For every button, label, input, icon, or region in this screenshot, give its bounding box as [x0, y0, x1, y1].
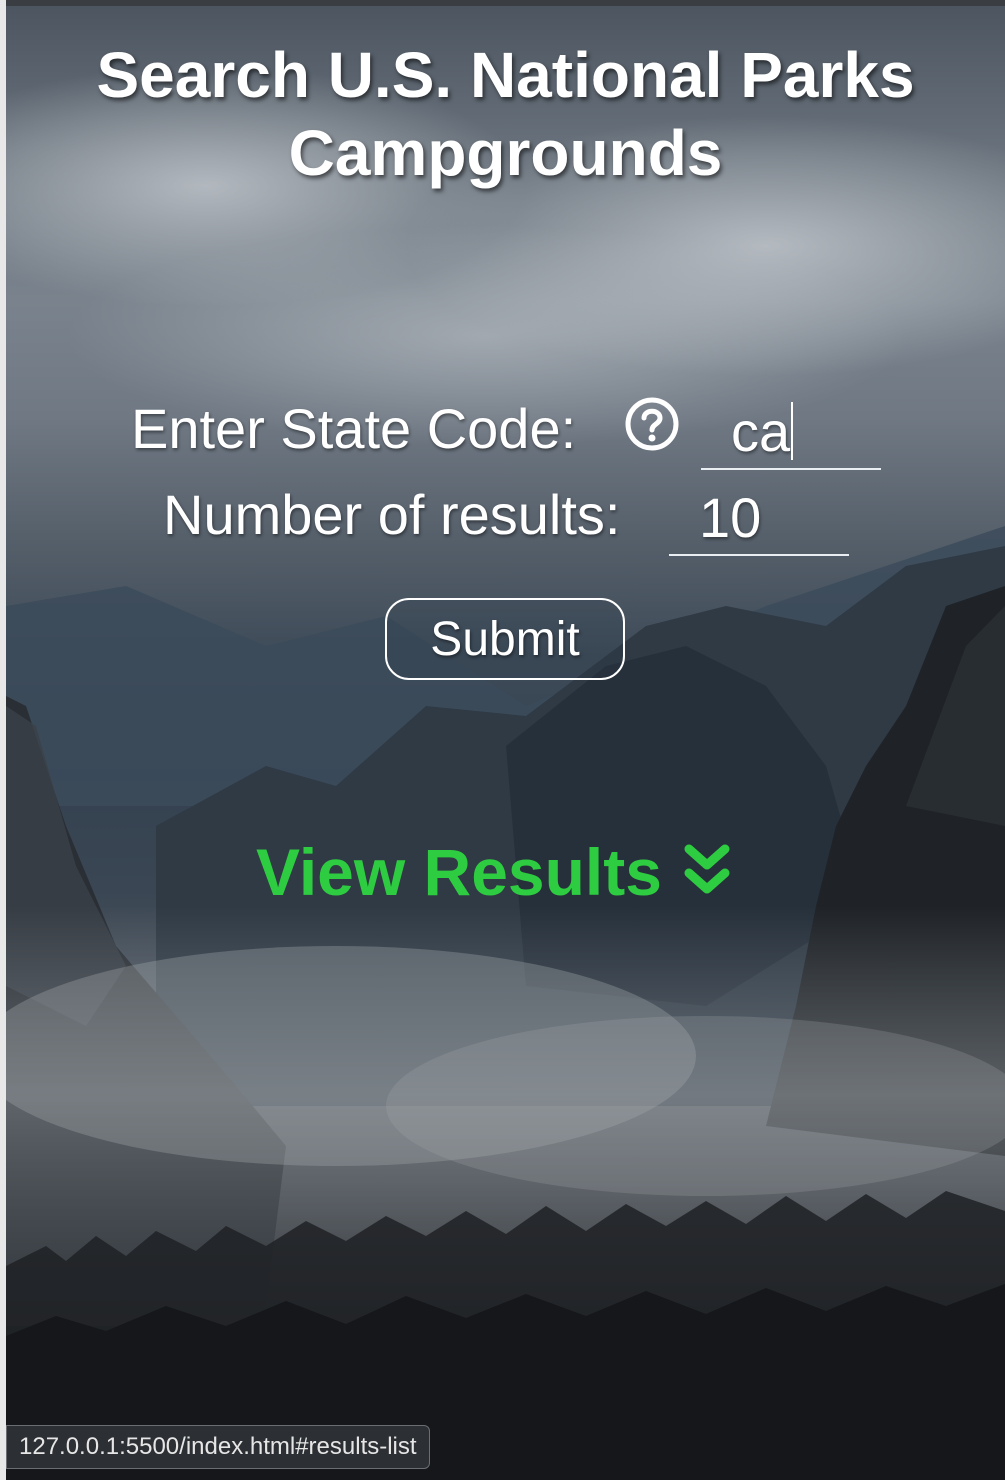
- hero-background: Search U.S. National Parks Campgrounds E…: [6, 6, 1005, 1480]
- state-code-label: Enter State Code:: [131, 397, 577, 460]
- status-bar-url: 127.0.0.1:5500/index.html#results-list: [6, 1425, 430, 1469]
- page-title: Search U.S. National Parks Campgrounds: [6, 36, 1005, 192]
- number-of-results-input[interactable]: [669, 480, 849, 556]
- number-of-results-label: Number of results:: [163, 483, 621, 546]
- view-results-link[interactable]: View Results: [256, 832, 730, 912]
- question-circle-icon[interactable]: [624, 396, 680, 452]
- submit-button[interactable]: Submit: [385, 598, 625, 680]
- page-title-line2: Campgrounds: [288, 117, 723, 189]
- view-results-label: View Results: [256, 835, 662, 909]
- double-chevron-down-icon: [684, 844, 730, 894]
- mountain-landscape-image: [6, 66, 1005, 1480]
- text-cursor: [791, 402, 793, 460]
- page-title-line1: Search U.S. National Parks: [96, 39, 915, 111]
